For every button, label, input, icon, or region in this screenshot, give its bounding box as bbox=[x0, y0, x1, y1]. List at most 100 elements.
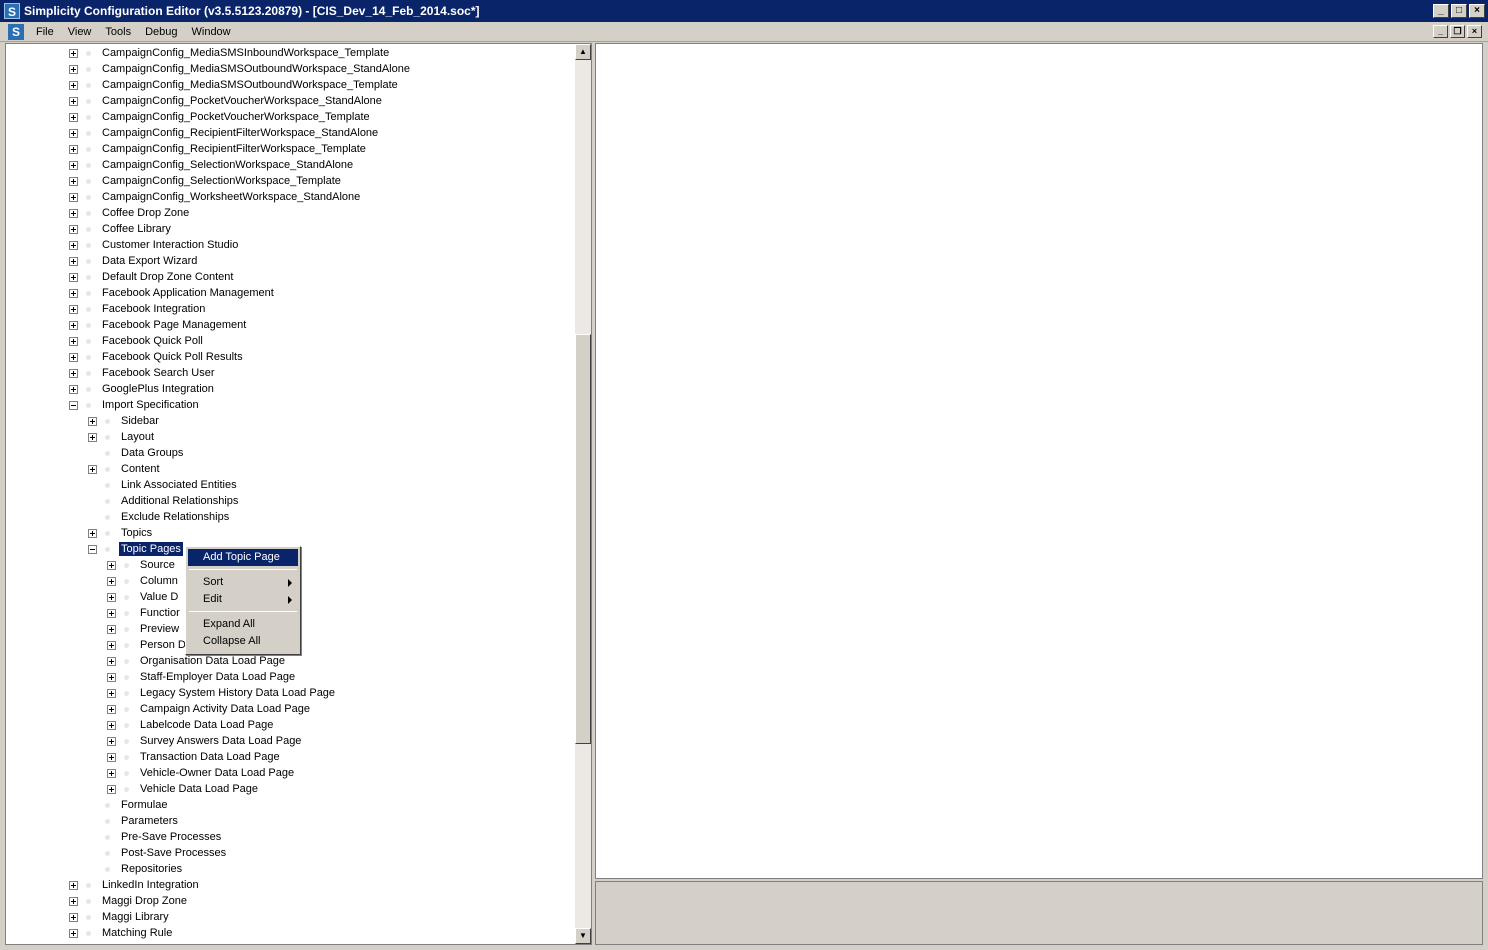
tree-node[interactable]: Maggi Library bbox=[69, 909, 171, 925]
tree-node[interactable]: Import Specification bbox=[69, 397, 201, 413]
tree-node[interactable]: Survey Answers Data Load Page bbox=[107, 733, 303, 749]
tree-node-label[interactable]: Layout bbox=[119, 430, 156, 444]
tree-node-label[interactable]: Functior bbox=[138, 606, 182, 620]
expand-icon[interactable] bbox=[88, 464, 97, 474]
expand-icon[interactable] bbox=[69, 384, 78, 394]
properties-pane[interactable] bbox=[595, 881, 1483, 945]
tree-node[interactable]: Matching Rule bbox=[69, 925, 174, 941]
menu-debug[interactable]: Debug bbox=[138, 26, 184, 38]
tree-node[interactable]: CampaignConfig_MediaSMSOutboundWorkspace… bbox=[69, 61, 412, 77]
scroll-up-button[interactable]: ▲ bbox=[575, 44, 591, 60]
menu-window[interactable]: Window bbox=[185, 26, 238, 38]
tree-node[interactable]: CampaignConfig_PocketVoucherWorkspace_Te… bbox=[69, 109, 372, 125]
tree-node-label[interactable]: Content bbox=[119, 462, 162, 476]
tree-node[interactable]: Data Export Wizard bbox=[69, 253, 199, 269]
expand-icon[interactable] bbox=[69, 288, 78, 298]
expand-icon[interactable] bbox=[69, 304, 78, 314]
tree-node[interactable]: Link Associated Entities bbox=[88, 477, 239, 493]
tree-node[interactable]: Functior bbox=[107, 605, 182, 621]
tree-node[interactable]: Staff-Employer Data Load Page bbox=[107, 669, 297, 685]
edit-menu-item[interactable]: Edit bbox=[188, 591, 298, 608]
tree-node[interactable]: Topics bbox=[88, 525, 154, 541]
tree-node[interactable]: Post-Save Processes bbox=[88, 845, 228, 861]
tree-node-label[interactable]: Value D bbox=[138, 590, 180, 604]
expand-icon[interactable] bbox=[107, 720, 116, 730]
tree-node-label[interactable]: Preview bbox=[138, 622, 181, 636]
tree-node[interactable]: LinkedIn Integration bbox=[69, 877, 201, 893]
expand-icon[interactable] bbox=[69, 336, 78, 346]
expand-icon[interactable] bbox=[107, 768, 116, 778]
app-icon[interactable]: S bbox=[4, 3, 20, 19]
scroll-thumb[interactable] bbox=[575, 334, 591, 744]
sort-menu-item[interactable]: Sort bbox=[188, 574, 298, 591]
expand-icon[interactable] bbox=[107, 752, 116, 762]
expand-icon[interactable] bbox=[107, 576, 116, 586]
tree-node-label[interactable]: CampaignConfig_RecipientFilterWorkspace_… bbox=[100, 126, 380, 140]
tree-node-label[interactable]: CampaignConfig_MediaSMSOutboundWorkspace… bbox=[100, 62, 412, 76]
expand-icon[interactable] bbox=[69, 928, 78, 938]
tree-node[interactable]: Legacy System History Data Load Page bbox=[107, 685, 337, 701]
tree-node[interactable]: Facebook Integration bbox=[69, 301, 207, 317]
tree-node-label[interactable]: Organisation Data Load Page bbox=[138, 654, 287, 668]
tree-node[interactable]: CampaignConfig_RecipientFilterWorkspace_… bbox=[69, 125, 380, 141]
menu-tools[interactable]: Tools bbox=[98, 26, 138, 38]
tree-node-label[interactable]: Topic Pages bbox=[119, 542, 183, 556]
expand-icon[interactable] bbox=[88, 416, 97, 426]
tree-node-label[interactable]: Source bbox=[138, 558, 177, 572]
tree-node-label[interactable]: Staff-Employer Data Load Page bbox=[138, 670, 297, 684]
expand-icon[interactable] bbox=[107, 640, 116, 650]
close-button[interactable]: × bbox=[1469, 4, 1485, 18]
tree-node-label[interactable]: Facebook Application Management bbox=[100, 286, 276, 300]
tree-node-label[interactable]: Customer Interaction Studio bbox=[100, 238, 240, 252]
collapse-icon[interactable] bbox=[69, 400, 78, 410]
menu-file[interactable]: File bbox=[29, 26, 61, 38]
tree-node[interactable]: Value D bbox=[107, 589, 180, 605]
tree-node-label[interactable]: Topics bbox=[119, 526, 154, 540]
tree-node-label[interactable]: Sidebar bbox=[119, 414, 161, 428]
expand-icon[interactable] bbox=[69, 48, 78, 58]
tree-node[interactable]: CampaignConfig_PocketVoucherWorkspace_St… bbox=[69, 93, 384, 109]
tree-node-label[interactable]: Vehicle Data Load Page bbox=[138, 782, 260, 796]
tree-node[interactable]: CampaignConfig_SelectionWorkspace_Templa… bbox=[69, 173, 343, 189]
tree-node[interactable]: Campaign Activity Data Load Page bbox=[107, 701, 312, 717]
tree-node[interactable]: Repositories bbox=[88, 861, 184, 877]
tree-node-label[interactable]: Matching Rule bbox=[100, 926, 174, 940]
tree-node-label[interactable]: Exclude Relationships bbox=[119, 510, 231, 524]
expand-icon[interactable] bbox=[69, 912, 78, 922]
tree-node-label[interactable]: Facebook Quick Poll bbox=[100, 334, 205, 348]
tree-node-label[interactable]: CampaignConfig_MediaSMSInboundWorkspace_… bbox=[100, 46, 391, 60]
tree-node[interactable]: Preview bbox=[107, 621, 181, 637]
tree-node-label[interactable]: Vehicle-Owner Data Load Page bbox=[138, 766, 296, 780]
tree-node-label[interactable]: Import Specification bbox=[100, 398, 201, 412]
tree-node-label[interactable]: CampaignConfig_MediaSMSOutboundWorkspace… bbox=[100, 78, 400, 92]
tree-node[interactable]: Facebook Application Management bbox=[69, 285, 276, 301]
tree-node-label[interactable]: Facebook Page Management bbox=[100, 318, 248, 332]
tree-node[interactable]: CampaignConfig_WorksheetWorkspace_StandA… bbox=[69, 189, 362, 205]
expand-icon[interactable] bbox=[69, 240, 78, 250]
expand-icon[interactable] bbox=[69, 176, 78, 186]
tree-node[interactable]: Person D bbox=[107, 637, 188, 653]
tree-node[interactable]: Formulae bbox=[88, 797, 169, 813]
tree-node-label[interactable]: Labelcode Data Load Page bbox=[138, 718, 275, 732]
tree-node[interactable]: CampaignConfig_SelectionWorkspace_StandA… bbox=[69, 157, 355, 173]
expand-icon[interactable] bbox=[69, 272, 78, 282]
tree-node[interactable]: Content bbox=[88, 461, 162, 477]
expand-icon[interactable] bbox=[69, 112, 78, 122]
tree-node-label[interactable]: CampaignConfig_PocketVoucherWorkspace_St… bbox=[100, 94, 384, 108]
expand-icon[interactable] bbox=[107, 608, 116, 618]
tree-node-label[interactable]: Post-Save Processes bbox=[119, 846, 228, 860]
tree-node-label[interactable]: Facebook Integration bbox=[100, 302, 207, 316]
tree-node-label[interactable]: Transaction Data Load Page bbox=[138, 750, 282, 764]
editor-pane[interactable] bbox=[595, 43, 1483, 879]
tree-node[interactable]: Organisation Data Load Page bbox=[107, 653, 287, 669]
expand-icon[interactable] bbox=[69, 192, 78, 202]
expand-icon[interactable] bbox=[69, 64, 78, 74]
tree-node-label[interactable]: CampaignConfig_WorksheetWorkspace_StandA… bbox=[100, 190, 362, 204]
expand-icon[interactable] bbox=[107, 784, 116, 794]
tree-node-label[interactable]: CampaignConfig_SelectionWorkspace_StandA… bbox=[100, 158, 355, 172]
mdi-restore-button[interactable]: ❐ bbox=[1450, 25, 1465, 38]
mdi-close-button[interactable]: × bbox=[1467, 25, 1482, 38]
tree-node[interactable]: Exclude Relationships bbox=[88, 509, 231, 525]
tree-node[interactable]: Pre-Save Processes bbox=[88, 829, 223, 845]
expand-icon[interactable] bbox=[69, 96, 78, 106]
